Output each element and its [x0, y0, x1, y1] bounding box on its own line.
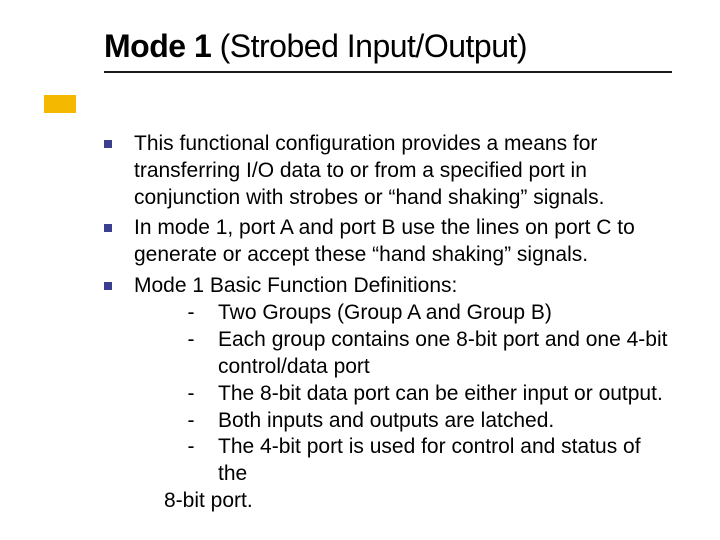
sub-bullet-item: - Both inputs and outputs are latched. — [164, 408, 672, 435]
slide: Mode 1 (Strobed Input/Output) This funct… — [0, 0, 720, 540]
bullet-text: This functional configuration provides a… — [134, 131, 672, 212]
bullet-text: In mode 1, port A and port B use the lin… — [134, 215, 672, 269]
bullet-heading-text: Mode 1 Basic Function Definitions: — [134, 274, 457, 297]
bullet-item: Mode 1 Basic Function Definitions: - Two… — [104, 273, 672, 515]
bullet-heading: Mode 1 Basic Function Definitions: - Two… — [134, 273, 672, 515]
square-bullet-icon — [104, 224, 112, 232]
sub-bullet-item: - Two Groups (Group A and Group B) — [164, 300, 672, 327]
bullet-item: This functional configuration provides a… — [104, 131, 672, 212]
dash-icon: - — [164, 408, 218, 435]
sub-bullet-text: The 4-bit port is used for control and s… — [218, 434, 672, 488]
dash-icon: - — [164, 381, 218, 408]
title-bold: Mode 1 — [104, 28, 211, 64]
sub-bullet-item: - The 4-bit port is used for control and… — [164, 434, 672, 488]
bullet-item: In mode 1, port A and port B use the lin… — [104, 215, 672, 269]
title-underline — [104, 71, 672, 73]
title-plain: (Strobed Input/Output) — [211, 28, 527, 64]
sub-bullet-tail: 8-bit port. — [164, 488, 672, 515]
sub-bullet-item: - Each group contains one 8-bit port and… — [164, 327, 672, 381]
square-bullet-icon — [104, 282, 112, 290]
slide-title: Mode 1 (Strobed Input/Output) — [104, 28, 672, 65]
dash-icon: - — [164, 327, 218, 354]
slide-body: This functional configuration provides a… — [104, 131, 672, 515]
sub-bullet-text: Both inputs and outputs are latched. — [218, 408, 672, 435]
sub-bullet-text: Each group contains one 8-bit port and o… — [218, 327, 672, 381]
sub-bullet-text: The 8-bit data port can be either input … — [218, 381, 672, 408]
sub-bullet-list: - Two Groups (Group A and Group B) - Eac… — [164, 300, 672, 488]
sub-bullet-item: - The 8-bit data port can be either inpu… — [164, 381, 672, 408]
sub-bullet-text: Two Groups (Group A and Group B) — [218, 300, 672, 327]
accent-rectangle-icon — [44, 95, 76, 113]
dash-icon: - — [164, 434, 218, 461]
square-bullet-icon — [104, 140, 112, 148]
dash-icon: - — [164, 300, 218, 327]
